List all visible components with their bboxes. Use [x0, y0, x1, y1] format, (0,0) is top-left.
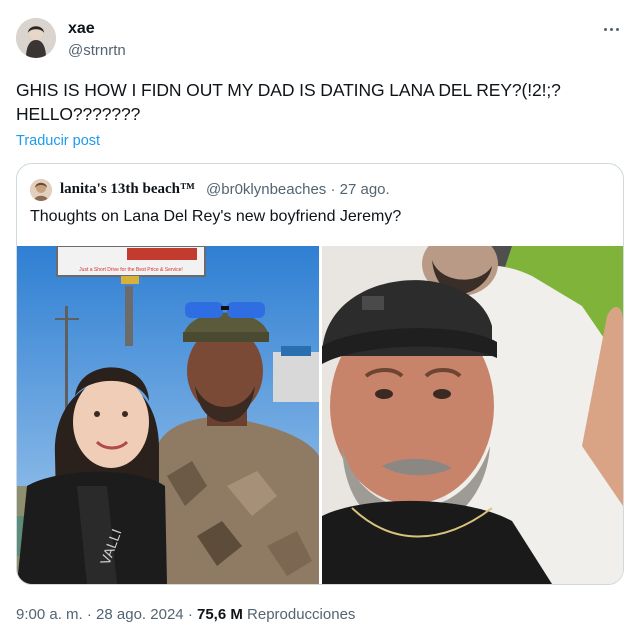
- separator: ·: [86, 606, 92, 623]
- author-display-name[interactable]: xae: [68, 20, 95, 38]
- post-text: GHIS IS HOW I FIDN OUT MY DAD IS DATING …: [16, 80, 561, 124]
- author-handle[interactable]: @strnrtn: [68, 42, 126, 59]
- quoted-date: 27 ago.: [339, 181, 390, 198]
- tweet: xae @strnrtn GHIS IS HOW I FIDN OUT MY D…: [0, 0, 640, 639]
- quoted-photo-1[interactable]: Just a Short Drive for the Best Price & …: [17, 246, 319, 584]
- separator: ·: [187, 606, 193, 623]
- views-label: Reproducciones: [247, 606, 356, 623]
- quoted-display-name: lanita's 13th beach™: [60, 181, 196, 197]
- views-count[interactable]: 75,6 M: [197, 606, 243, 623]
- translate-post-link[interactable]: Traducir post: [16, 133, 100, 149]
- separator: ·: [330, 181, 336, 198]
- post-date[interactable]: 28 ago. 2024: [96, 606, 184, 623]
- post-time[interactable]: 9:00 a. m.: [16, 606, 83, 623]
- quoted-text: Thoughts on Lana Del Rey's new boyfriend…: [30, 208, 402, 225]
- author-avatar[interactable]: [16, 18, 56, 58]
- quoted-handle-date: @br0klynbeaches · 27 ago.: [206, 181, 390, 198]
- post-meta: 9:00 a. m. · 28 ago. 2024 · 75,6 M Repro…: [16, 606, 355, 623]
- billboard-text: Just a Short Drive for the Best Price & …: [79, 267, 183, 273]
- quoted-author-avatar: [30, 179, 52, 201]
- quoted-handle: @br0klynbeaches: [206, 181, 327, 198]
- quoted-post-card[interactable]: lanita's 13th beach™ @br0klynbeaches · 2…: [16, 163, 624, 585]
- more-options-icon[interactable]: [596, 18, 626, 40]
- quoted-photo-2[interactable]: [322, 246, 623, 584]
